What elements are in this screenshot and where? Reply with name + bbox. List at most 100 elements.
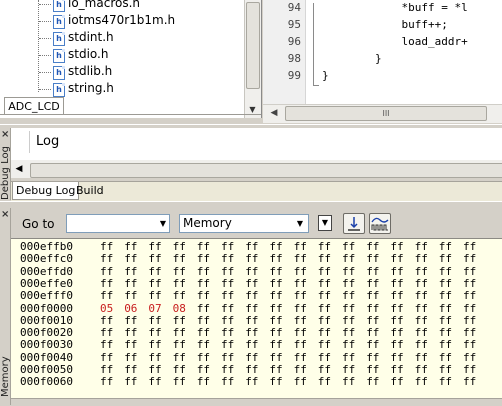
memory-byte-cell[interactable]: ff xyxy=(366,277,379,290)
memory-byte-cell[interactable]: ff xyxy=(221,277,234,290)
memory-byte-cell[interactable]: ff xyxy=(439,302,452,315)
memory-byte-cell[interactable]: ff xyxy=(100,339,113,351)
memory-byte-cell[interactable]: ff xyxy=(366,290,379,302)
memory-byte-cell[interactable]: ff xyxy=(294,351,307,364)
memory-byte-cell[interactable]: ff xyxy=(439,327,452,339)
tree-scroll-thumb[interactable] xyxy=(246,2,260,89)
memory-byte-cell[interactable]: ff xyxy=(100,364,113,376)
memory-byte-cell[interactable]: ff xyxy=(415,351,428,364)
memory-byte-cell[interactable]: ff xyxy=(269,364,282,376)
memory-byte-cell[interactable]: ff xyxy=(148,351,161,364)
memory-byte-cell[interactable]: ff xyxy=(463,376,476,388)
memory-byte-cell[interactable]: ff xyxy=(221,364,234,376)
memory-byte-cell[interactable]: ff xyxy=(318,376,331,388)
column-separator[interactable] xyxy=(29,131,30,153)
memory-byte-cell[interactable]: ff xyxy=(124,339,137,351)
memory-byte-cell[interactable]: ff xyxy=(390,302,403,315)
memory-byte-cell[interactable]: ff xyxy=(100,314,113,327)
memory-byte-cell[interactable]: ff xyxy=(318,277,331,290)
memory-byte-cell[interactable]: ff xyxy=(463,327,476,339)
code-line[interactable]: } xyxy=(322,50,382,67)
memory-byte-cell[interactable]: ff xyxy=(318,339,331,351)
memory-byte-cell[interactable]: ff xyxy=(366,253,379,265)
memory-byte-cell[interactable]: ff xyxy=(173,253,186,265)
memory-byte-cell[interactable]: ff xyxy=(294,327,307,339)
step-into-button[interactable] xyxy=(343,213,365,234)
goto-address-combobox[interactable] xyxy=(66,214,170,233)
memory-byte-cell[interactable]: ff xyxy=(415,277,428,290)
memory-byte-cell[interactable]: ff xyxy=(100,241,113,253)
memory-byte-cell[interactable]: ff xyxy=(173,265,186,278)
memory-byte-cell[interactable]: ff xyxy=(197,241,210,253)
memory-byte-cell[interactable]: ff xyxy=(221,290,234,302)
memory-byte-cell[interactable]: ff xyxy=(197,351,210,364)
memory-byte-cell[interactable]: ff xyxy=(415,314,428,327)
memory-byte-cell[interactable]: ff xyxy=(100,327,113,339)
memory-byte-cell[interactable]: ff xyxy=(294,376,307,388)
memory-byte-cell[interactable]: ff xyxy=(269,376,282,388)
memory-byte-cell[interactable]: ff xyxy=(197,339,210,351)
scroll-left-arrow-icon[interactable]: ◀ xyxy=(12,162,26,176)
memory-byte-cell[interactable]: ff xyxy=(415,364,428,376)
memory-byte-cell[interactable]: ff xyxy=(318,327,331,339)
memory-byte-cell[interactable]: ff xyxy=(342,277,355,290)
tab-debug-log[interactable]: Debug Log xyxy=(12,182,80,200)
code-line[interactable]: } xyxy=(322,67,329,84)
memory-byte-cell[interactable]: ff xyxy=(124,327,137,339)
memory-byte-cell[interactable]: ff xyxy=(100,265,113,278)
memory-byte-cell[interactable]: ff xyxy=(463,339,476,351)
memory-byte-cell[interactable]: ff xyxy=(342,253,355,265)
memory-byte-cell[interactable]: ff xyxy=(294,290,307,302)
memory-byte-cell[interactable]: ff xyxy=(197,265,210,278)
memory-byte-cell[interactable]: ff xyxy=(390,339,403,351)
memory-byte-cell[interactable]: ff xyxy=(173,376,186,388)
tree-file-item[interactable]: stdint.h xyxy=(68,29,114,46)
memory-byte-cell[interactable]: ff xyxy=(173,364,186,376)
memory-byte-cell[interactable]: ff xyxy=(148,327,161,339)
memory-byte-cell[interactable]: ff xyxy=(148,265,161,278)
memory-byte-cell[interactable]: ff xyxy=(415,302,428,315)
memory-byte-cell[interactable]: ff xyxy=(245,277,258,290)
memory-byte-cell[interactable]: ff xyxy=(463,277,476,290)
memory-byte-cell[interactable]: ff xyxy=(294,314,307,327)
memory-byte-cell[interactable]: ff xyxy=(390,253,403,265)
memory-byte-cell[interactable]: ff xyxy=(148,277,161,290)
memory-byte-cell[interactable]: ff xyxy=(415,339,428,351)
memory-byte-cell[interactable]: ff xyxy=(269,339,282,351)
memory-byte-cell[interactable]: ff xyxy=(269,265,282,278)
memory-byte-cell[interactable]: ff xyxy=(463,351,476,364)
tree-file-item[interactable]: io_macros.h xyxy=(68,0,140,12)
memory-byte-cell[interactable]: ff xyxy=(148,290,161,302)
memory-zone-select[interactable]: Memory xyxy=(179,214,309,233)
memory-byte-cell[interactable]: ff xyxy=(148,253,161,265)
memory-byte-cell[interactable]: ff xyxy=(342,314,355,327)
memory-byte-cell[interactable]: ff xyxy=(173,290,186,302)
memory-byte-cell[interactable]: ff xyxy=(366,302,379,315)
code-line[interactable]: *buff = *l xyxy=(322,0,467,16)
memory-byte-cell[interactable]: ff xyxy=(221,314,234,327)
tree-file-item[interactable]: stdlib.h xyxy=(68,63,112,80)
memory-byte-cell[interactable]: ff xyxy=(197,314,210,327)
memory-byte-cell[interactable]: 07 xyxy=(148,302,161,315)
memory-byte-cell[interactable]: ff xyxy=(173,351,186,364)
memory-byte-cell[interactable]: ff xyxy=(366,376,379,388)
memory-byte-cell[interactable]: ff xyxy=(390,241,403,253)
memory-byte-cell[interactable]: ff xyxy=(439,351,452,364)
memory-byte-cell[interactable]: ff xyxy=(197,364,210,376)
memory-byte-cell[interactable]: ff xyxy=(197,290,210,302)
memory-byte-cell[interactable]: ff xyxy=(463,253,476,265)
memory-byte-cell[interactable]: ff xyxy=(318,241,331,253)
memory-byte-cell[interactable]: ff xyxy=(124,364,137,376)
memory-byte-cell[interactable]: ff xyxy=(390,277,403,290)
memory-byte-cell[interactable]: ff xyxy=(245,364,258,376)
memory-byte-cell[interactable]: ff xyxy=(342,302,355,315)
memory-byte-cell[interactable]: ff xyxy=(415,241,428,253)
memory-byte-cell[interactable]: ff xyxy=(173,314,186,327)
memory-byte-cell[interactable]: ff xyxy=(342,265,355,278)
memory-byte-cell[interactable]: ff xyxy=(100,351,113,364)
memory-byte-cell[interactable]: ff xyxy=(221,265,234,278)
memory-byte-cell[interactable]: ff xyxy=(366,351,379,364)
memory-byte-cell[interactable]: ff xyxy=(245,290,258,302)
memory-byte-cell[interactable]: ff xyxy=(318,351,331,364)
memory-byte-cell[interactable]: ff xyxy=(245,253,258,265)
